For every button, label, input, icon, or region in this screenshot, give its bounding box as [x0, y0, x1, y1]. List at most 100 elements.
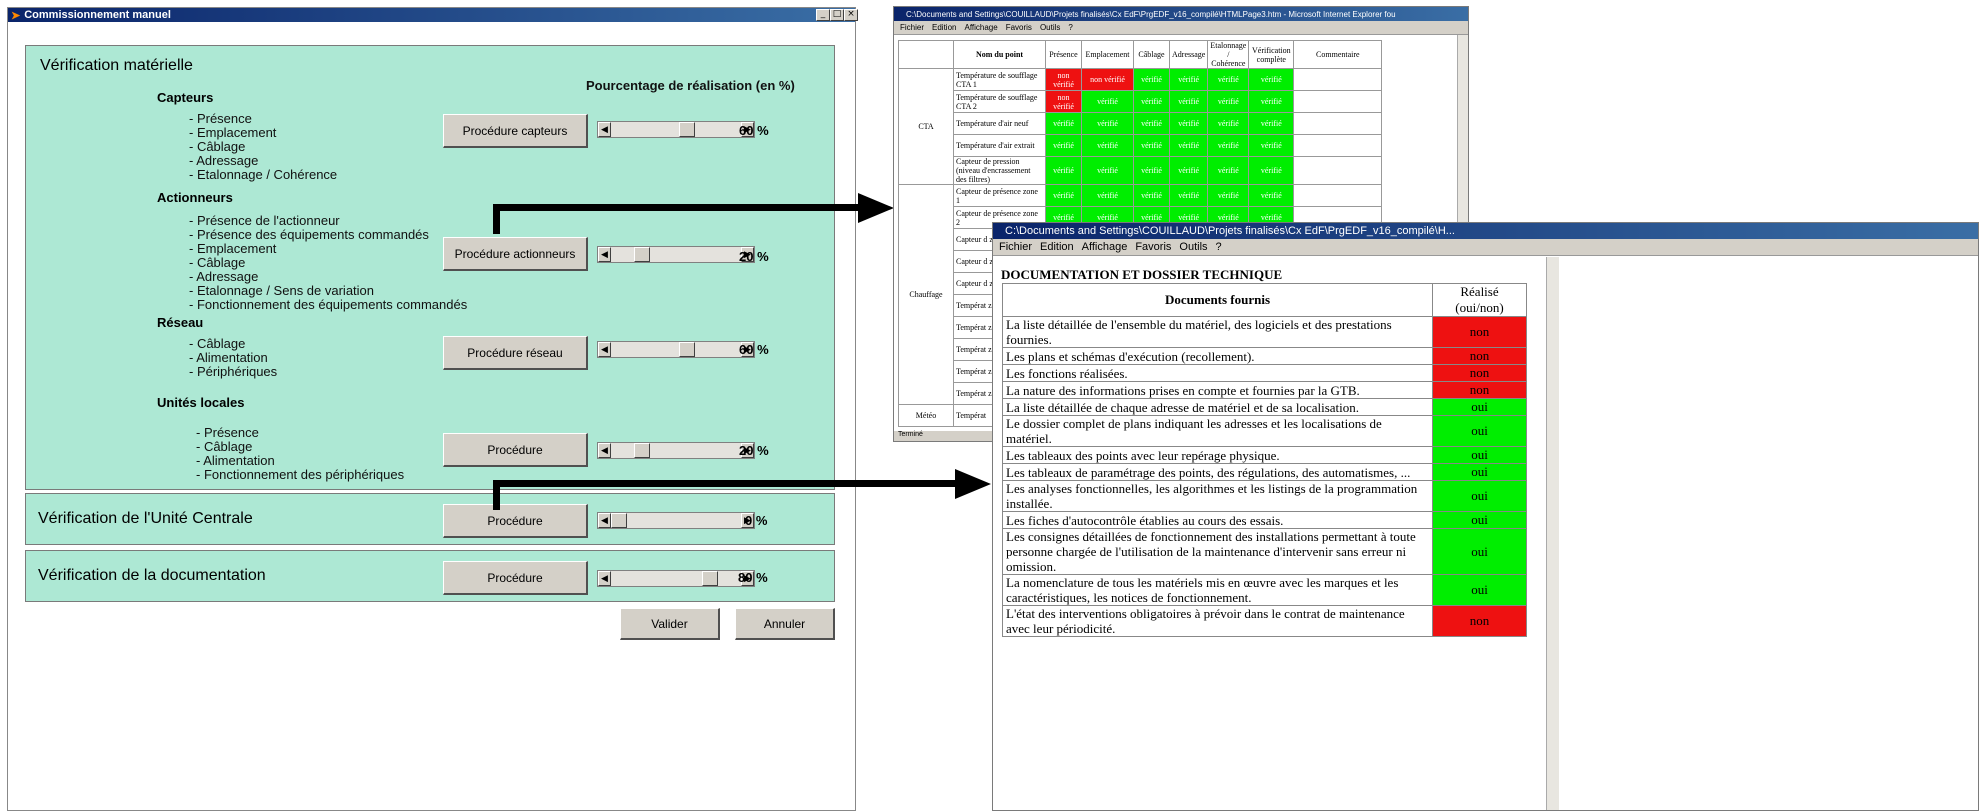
- slider-thumb[interactable]: [634, 443, 650, 458]
- procedure-button[interactable]: Procédure capteurs: [443, 114, 588, 148]
- status-cell: vérifié: [1207, 68, 1250, 91]
- table-header: Commentaire: [1293, 40, 1383, 69]
- done-status: oui: [1432, 446, 1527, 464]
- doc-table-area: Documents fournis Réalisé (oui/non) La lis…: [1002, 283, 1527, 637]
- status-cell: vérifié: [1168, 134, 1209, 157]
- slider-thumb[interactable]: [634, 247, 650, 262]
- doc-text: La nomenclature de tous les matériels mi…: [1002, 574, 1433, 606]
- hardware-panel: [25, 45, 835, 490]
- menu-item[interactable]: Fichier: [999, 241, 1032, 253]
- progress-slider[interactable]: ◀ ▶: [597, 442, 755, 459]
- arrow-head-actuators: [858, 193, 894, 223]
- comment-cell: [1293, 156, 1383, 185]
- doc-row: La nature des informations prises en com…: [1002, 381, 1527, 399]
- menu-item[interactable]: Fichier: [900, 23, 924, 32]
- arrow-line-documentation: [493, 480, 958, 487]
- doc-menu-bar: Fichier Edition Affichage Favoris Outils?: [993, 239, 1978, 256]
- group-item: - Fonctionnement des périphériques: [196, 467, 405, 482]
- point-name: Température de soufflage CTA 2: [953, 90, 1046, 113]
- status-cell: vérifié: [1133, 156, 1170, 185]
- central-unit-procedure-button[interactable]: Procédure: [443, 504, 588, 538]
- done-status: non: [1432, 364, 1527, 382]
- arrow-line-actuators: [493, 204, 863, 211]
- group-item: - Présence des équipements commandés: [189, 227, 429, 242]
- menu-item[interactable]: Outils: [1179, 241, 1207, 253]
- point-name: Température d'air neuf: [953, 112, 1046, 135]
- status-cell: vérifié: [1133, 184, 1170, 207]
- group-item: - Périphériques: [189, 364, 278, 379]
- procedure-button[interactable]: Procédure: [443, 433, 588, 467]
- menu-item[interactable]: Favoris: [1135, 241, 1171, 253]
- status-cell: vérifié: [1168, 68, 1209, 91]
- cancel-button[interactable]: Annuler: [735, 608, 835, 640]
- group-item: - Présence: [189, 111, 252, 126]
- progress-slider[interactable]: ◀ ▶: [597, 341, 755, 358]
- slider-left-arrow-icon[interactable]: ◀: [598, 342, 611, 357]
- status-cell: vérifié: [1207, 90, 1250, 113]
- status-cell: non vérifié: [1081, 68, 1134, 91]
- done-status: non: [1432, 381, 1527, 399]
- central-unit-title: Vérification de l'Unité Centrale: [38, 510, 253, 527]
- done-status: non: [1432, 605, 1527, 637]
- status-cell: vérifié: [1248, 90, 1295, 113]
- doc-text: Les tableaux de paramétrage des points, …: [1002, 463, 1433, 481]
- group-cell: CTA: [898, 68, 954, 185]
- procedure-button[interactable]: Procédure réseau: [443, 336, 588, 370]
- status-cell: vérifié: [1045, 134, 1082, 157]
- doc-scrollbar[interactable]: [1546, 257, 1559, 810]
- progress-slider[interactable]: ◀ ▶: [597, 570, 755, 587]
- progress-slider[interactable]: ◀ ▶: [597, 512, 755, 529]
- slider-left-arrow-icon[interactable]: ◀: [598, 247, 611, 262]
- close-button[interactable]: ×: [844, 9, 858, 21]
- doc-row: Les fiches d'autocontrôle établies au co…: [1002, 511, 1527, 529]
- documentation-browser-window: C:\Documents and Settings\COUILLAUD\Proj…: [992, 222, 1979, 811]
- status-cell: vérifié: [1081, 184, 1134, 207]
- comment-cell: [1293, 112, 1383, 135]
- table-header: Présence: [1045, 40, 1082, 69]
- group-title: Unités locales: [157, 395, 245, 410]
- menu-item[interactable]: Edition: [932, 23, 956, 32]
- doc-text: Les fonctions réalisées.: [1002, 364, 1433, 382]
- status-cell: vérifié: [1045, 156, 1082, 185]
- table-header: Emplacement: [1081, 40, 1134, 69]
- menu-item[interactable]: Affichage: [1082, 241, 1128, 253]
- maximize-button[interactable]: □: [830, 9, 844, 21]
- menu-item[interactable]: ?: [1216, 241, 1222, 253]
- doc-text: La liste détaillée de chaque adresse de …: [1002, 398, 1433, 416]
- slider-left-arrow-icon[interactable]: ◀: [598, 513, 611, 528]
- progress-slider[interactable]: ◀ ▶: [597, 246, 755, 263]
- progress-slider[interactable]: ◀ ▶: [597, 121, 755, 138]
- table-header: Nom du point: [953, 40, 1046, 69]
- doc-row: Le dossier complet de plans indiquant le…: [1002, 415, 1527, 447]
- slider-left-arrow-icon[interactable]: ◀: [598, 571, 611, 586]
- status-cell: vérifié: [1207, 184, 1250, 207]
- table-header: Câblage: [1133, 40, 1170, 69]
- doc-column-header: Documents fournis: [1002, 283, 1433, 317]
- procedure-button[interactable]: Procédure actionneurs: [443, 237, 588, 271]
- points-menu-bar: Fichier Edition Affichage Favoris Outils?: [894, 21, 1468, 35]
- slider-thumb[interactable]: [702, 571, 718, 586]
- slider-left-arrow-icon[interactable]: ◀: [598, 122, 611, 137]
- minimize-button[interactable]: _: [816, 9, 830, 21]
- done-status: oui: [1432, 574, 1527, 606]
- slider-thumb[interactable]: [611, 513, 627, 528]
- menu-item[interactable]: ?: [1068, 23, 1072, 32]
- menu-item[interactable]: Affichage: [964, 23, 997, 32]
- doc-text: Les tableaux des points avec leur repéra…: [1002, 446, 1433, 464]
- point-name: Température d'air extrait: [953, 134, 1046, 157]
- doc-text: Les fiches d'autocontrôle établies au co…: [1002, 511, 1433, 529]
- validate-button[interactable]: Valider: [620, 608, 720, 640]
- group-item: - Etalonnage / Sens de variation: [189, 283, 375, 298]
- status-cell: vérifié: [1207, 112, 1250, 135]
- slider-thumb[interactable]: [679, 342, 695, 357]
- group-item: - Câblage: [189, 139, 246, 154]
- menu-item[interactable]: Outils: [1040, 23, 1060, 32]
- done-status: non: [1432, 316, 1527, 348]
- documentation-procedure-button[interactable]: Procédure: [443, 561, 588, 595]
- slider-thumb[interactable]: [679, 122, 695, 137]
- group-item: - Adressage: [189, 269, 259, 284]
- menu-item[interactable]: Favoris: [1006, 23, 1032, 32]
- doc-row: La nomenclature de tous les matériels mi…: [1002, 574, 1527, 606]
- menu-item[interactable]: Edition: [1040, 241, 1074, 253]
- slider-left-arrow-icon[interactable]: ◀: [598, 443, 611, 458]
